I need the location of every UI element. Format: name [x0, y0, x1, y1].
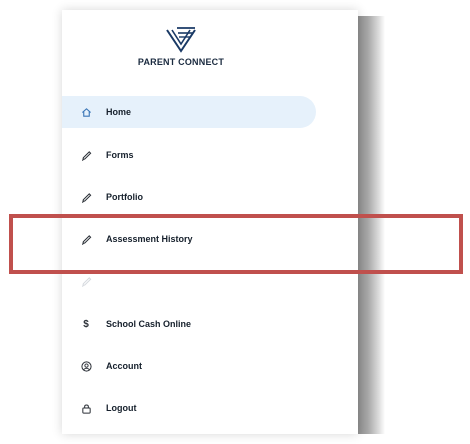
- brand-logo[interactable]: PARENT CONNECT: [62, 26, 300, 67]
- nav-item-forms[interactable]: Forms: [62, 139, 316, 171]
- nav-item-label: Forms: [106, 150, 134, 160]
- nav-item-label: School Cash Online: [106, 319, 192, 329]
- account-icon: [80, 360, 92, 372]
- pen-icon: [80, 275, 92, 287]
- brand-title: PARENT CONNECT: [137, 57, 225, 67]
- dollar-icon: $: [83, 318, 89, 330]
- nav-item-assessment-history[interactable]: Assessment History: [62, 223, 316, 255]
- nav-item-account[interactable]: Account: [62, 350, 316, 382]
- parent-connect-logo-icon: [166, 27, 196, 53]
- nav-item-obscured[interactable]: [62, 265, 316, 297]
- sidebar-menu: PARENT CONNECT Home Forms Portfolio Asse…: [62, 10, 420, 444]
- page-shadow: [357, 16, 385, 434]
- pen-icon: [80, 191, 92, 203]
- nav-item-label: Assessment History: [106, 234, 193, 244]
- pen-icon: [80, 149, 92, 161]
- nav-item-school-cash-online[interactable]: $ School Cash Online: [62, 308, 316, 340]
- nav-item-portfolio[interactable]: Portfolio: [62, 181, 316, 213]
- nav-item-home[interactable]: Home: [62, 96, 316, 128]
- nav-item-label: Home: [106, 107, 132, 117]
- lock-icon: [80, 402, 92, 414]
- home-icon: [80, 106, 92, 118]
- nav-item-label: Portfolio: [106, 192, 143, 202]
- nav-item-label: Logout: [106, 403, 137, 413]
- content-panel-edge: [406, 34, 420, 444]
- nav-item-label: Account: [106, 361, 142, 371]
- nav-item-logout[interactable]: Logout: [62, 392, 316, 424]
- pen-icon: [80, 233, 92, 245]
